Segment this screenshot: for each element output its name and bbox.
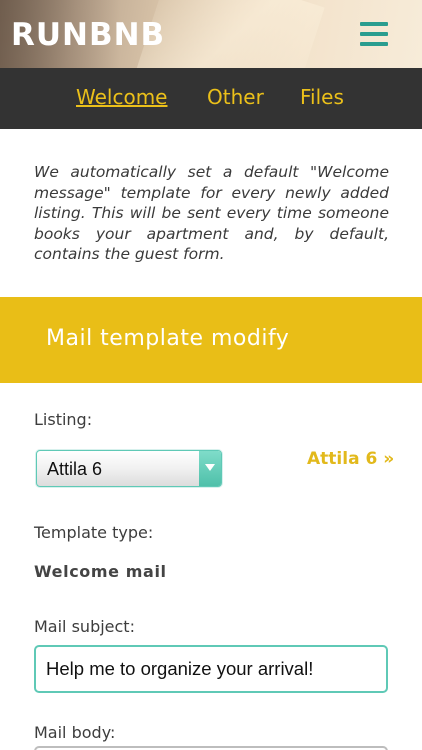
tab-files[interactable]: Files	[300, 85, 344, 109]
section-title: Mail template modify	[46, 326, 290, 351]
menu-bar-middle	[360, 32, 388, 36]
listing-select[interactable]: Attila 6	[36, 450, 222, 487]
tab-welcome[interactable]: Welcome	[76, 85, 167, 109]
listing-label: Listing:	[34, 410, 93, 429]
mail-subject-label: Mail subject:	[34, 617, 135, 636]
tab-other[interactable]: Other	[207, 85, 264, 109]
mail-body-textarea[interactable]	[34, 746, 388, 750]
intro-text: We automatically set a default "Welcome …	[34, 163, 389, 263]
template-type-label: Template type:	[34, 523, 154, 542]
menu-bar-top	[360, 22, 388, 26]
tab-bar: Welcome Other Files	[0, 68, 422, 129]
hamburger-menu-icon[interactable]	[360, 22, 388, 46]
chevron-down-icon[interactable]	[199, 451, 221, 486]
template-type-value: Welcome mail	[34, 562, 167, 581]
menu-bar-bottom	[360, 42, 388, 46]
mail-body-label: Mail body:	[34, 723, 116, 742]
logo[interactable]: RUNBNB	[11, 17, 165, 53]
listing-link[interactable]: Attila 6 »	[307, 449, 394, 469]
mail-subject-input[interactable]	[34, 645, 388, 693]
app-header: RUNBNB	[0, 0, 422, 68]
section-banner: Mail template modify	[0, 297, 422, 383]
listing-select-value: Attila 6	[47, 459, 103, 479]
